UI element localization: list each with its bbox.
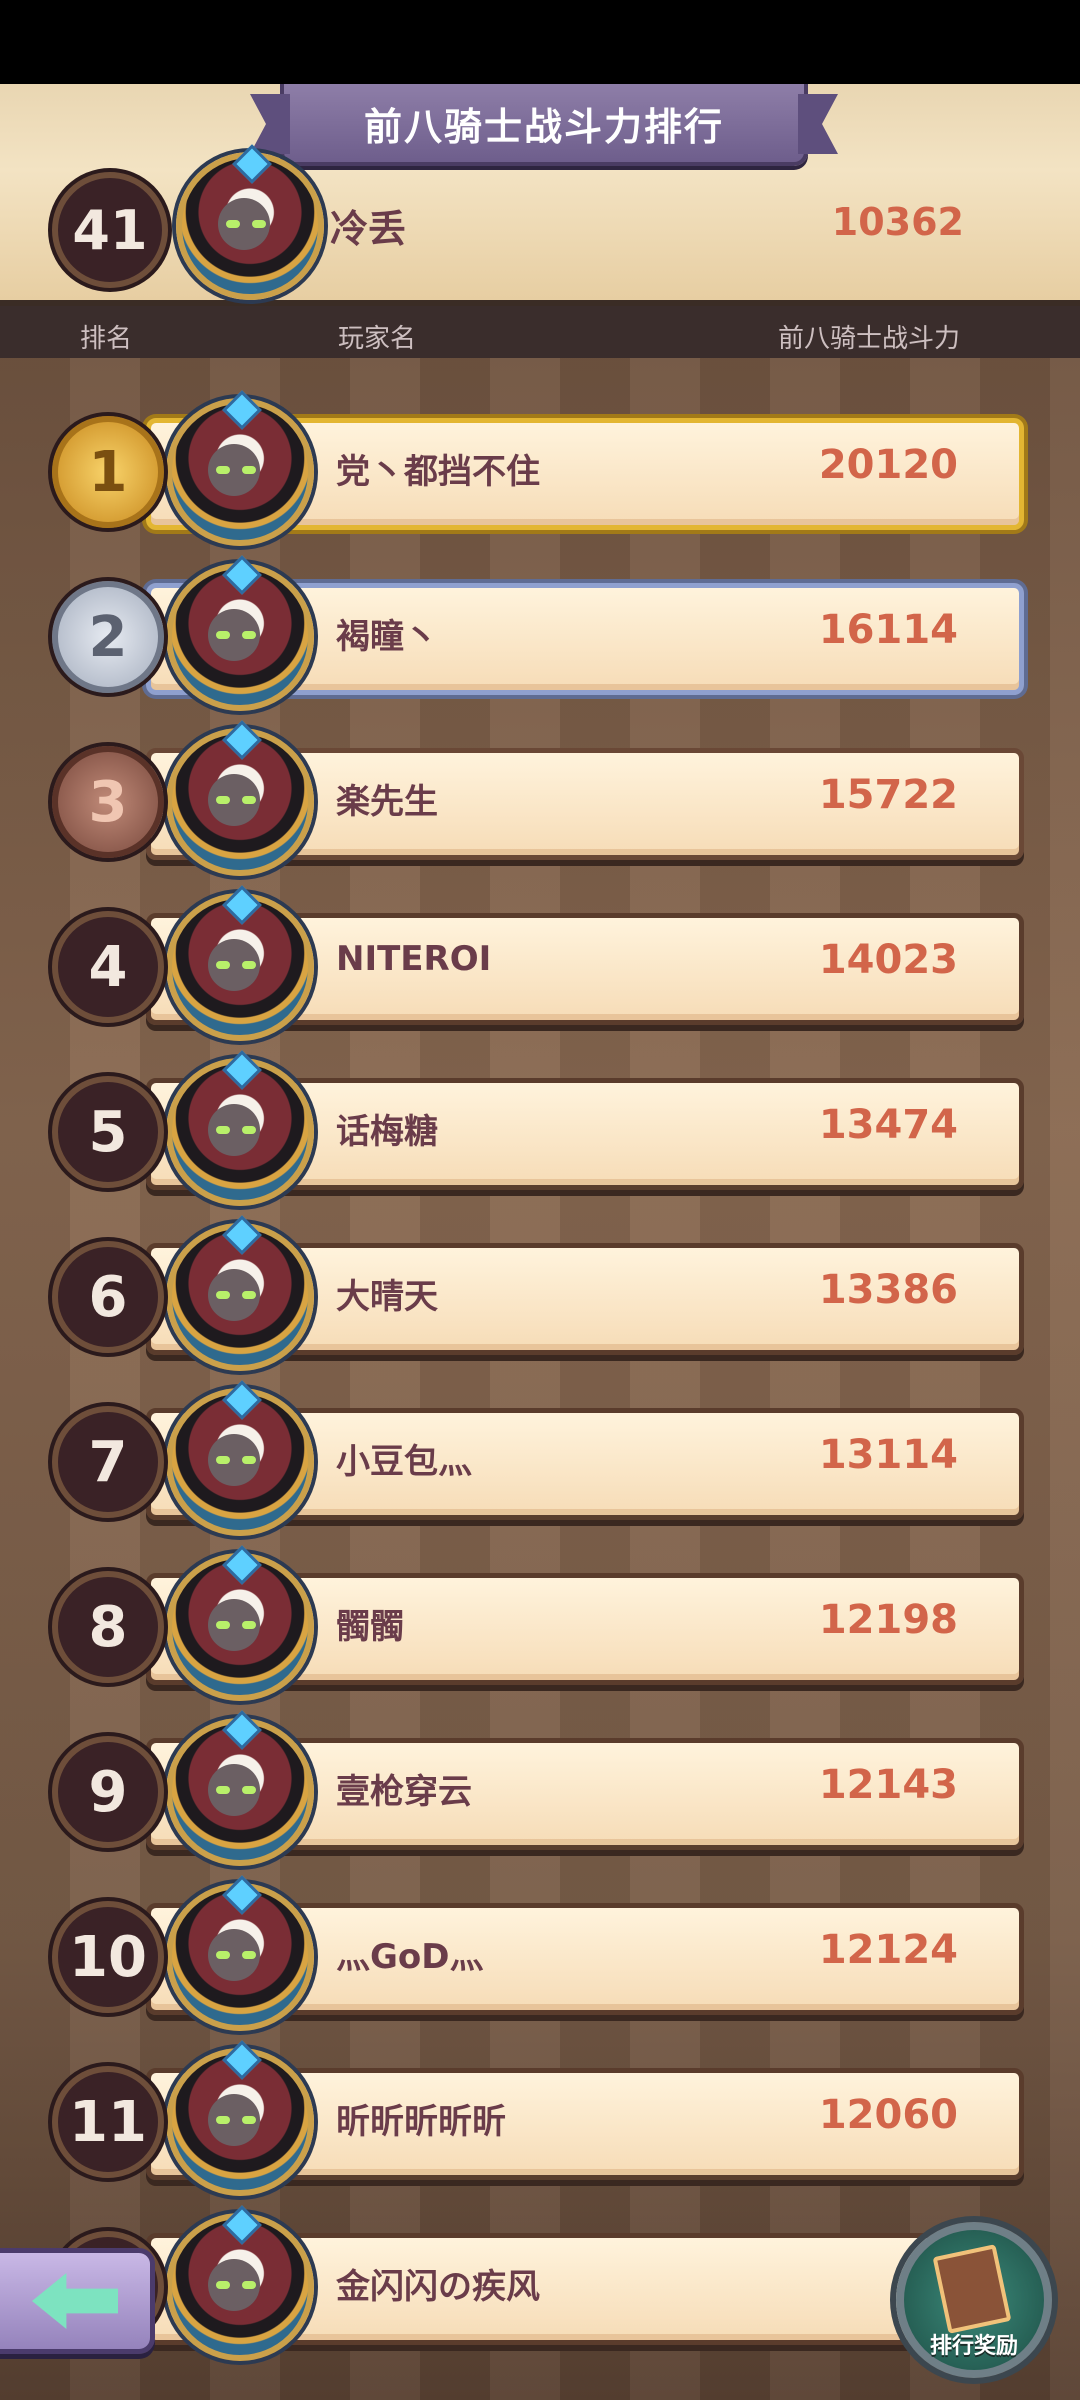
- leaderboard-row[interactable]: 4 NITEROI 14023: [52, 885, 1024, 1041]
- avatar: [166, 1545, 314, 1701]
- power-value: 13386: [818, 1267, 958, 1313]
- player-name: 昕昕昕昕昕: [336, 2102, 506, 2142]
- player-name: 楽先生: [336, 782, 438, 822]
- power-value: 16114: [818, 607, 958, 653]
- column-rank: 排名: [80, 324, 133, 354]
- rank-badge-bronze: 3: [52, 746, 164, 858]
- page-title: 前八骑士战斗力排行: [280, 84, 808, 166]
- column-power: 前八骑士战斗力: [778, 324, 961, 354]
- player-name: 话梅糖: [336, 1112, 438, 1152]
- column-header: 排名 玩家名 前八骑士战斗力: [0, 306, 1080, 358]
- power-value: 12143: [818, 1762, 958, 1808]
- rank-badge-gold: 1: [52, 416, 164, 528]
- player-name: 壹枪穿云: [336, 1772, 472, 1812]
- avatar: [166, 2205, 314, 2361]
- power-value: 12060: [818, 2092, 958, 2138]
- avatar: [166, 1710, 314, 1866]
- leaderboard-row[interactable]: 9 壹枪穿云 12143: [52, 1710, 1024, 1866]
- player-name: 大晴天: [336, 1277, 438, 1317]
- rank-reward-button[interactable]: 排行奖励: [896, 2222, 1052, 2378]
- leaderboard-row[interactable]: 6 大晴天 13386: [52, 1215, 1024, 1371]
- leaderboard-row[interactable]: 10 灬GoD灬 12124: [52, 1875, 1024, 2031]
- player-name: 党丶都挡不住: [336, 452, 540, 492]
- leaderboard-row[interactable]: 7 小豆包灬 13114: [52, 1380, 1024, 1536]
- rank-badge: 4: [52, 911, 164, 1023]
- rank-badge: 10: [52, 1901, 164, 2013]
- leaderboard-row[interactable]: 11 昕昕昕昕昕 12060: [52, 2040, 1024, 2196]
- power-value: 12124: [818, 1927, 958, 1973]
- player-name: 髑髑: [336, 1607, 404, 1647]
- avatar: [166, 390, 314, 546]
- status-bar: [0, 0, 1080, 84]
- power-value: 13114: [818, 1432, 958, 1478]
- leaderboard-row[interactable]: 5 话梅糖 13474: [52, 1050, 1024, 1206]
- leaderboard-row[interactable]: 1 党丶都挡不住 20120: [52, 390, 1024, 546]
- avatar: [166, 720, 314, 876]
- self-power-value: 10362: [831, 200, 964, 244]
- self-player-name: 冷丢: [330, 207, 407, 251]
- power-value: 20120: [818, 442, 958, 488]
- rank-badge-silver: 2: [52, 581, 164, 693]
- avatar: [166, 1380, 314, 1536]
- leaderboard-row[interactable]: 2 褐瞳丶 16114: [52, 555, 1024, 711]
- column-player: 玩家名: [338, 324, 417, 354]
- back-button[interactable]: [0, 2248, 155, 2354]
- rank-badge: 7: [52, 1406, 164, 1518]
- power-value: 14023: [818, 937, 958, 983]
- power-value: 15722: [818, 772, 958, 818]
- rank-badge: 11: [52, 2066, 164, 2178]
- avatar: [166, 1215, 314, 1371]
- leaderboard-row[interactable]: 金闪闪の疾风 1: [52, 2205, 1024, 2361]
- power-value: 12198: [818, 1597, 958, 1643]
- rank-badge: 6: [52, 1241, 164, 1353]
- self-avatar: [176, 144, 324, 300]
- rank-badge: 8: [52, 1571, 164, 1683]
- reward-label: 排行奖励: [929, 2334, 1018, 2359]
- player-name: 金闪闪の疾风: [336, 2267, 540, 2307]
- player-name: 灬GoD灬: [336, 1937, 484, 1977]
- player-name: 褐瞳丶: [336, 617, 438, 657]
- player-name: 小豆包灬: [336, 1442, 472, 1482]
- player-name: NITEROI: [336, 939, 492, 979]
- rank-badge: 5: [52, 1076, 164, 1188]
- rank-badge: 9: [52, 1736, 164, 1848]
- back-arrow-icon: [32, 2273, 118, 2329]
- avatar: [166, 1875, 314, 2031]
- self-rank-badge: 41: [52, 172, 168, 288]
- avatar: [166, 1050, 314, 1206]
- leaderboard-row[interactable]: 3 楽先生 15722: [52, 720, 1024, 876]
- avatar: [166, 555, 314, 711]
- avatar: [166, 885, 314, 1041]
- scroll-icon: [932, 2244, 1012, 2334]
- avatar: [166, 2040, 314, 2196]
- power-value: 13474: [818, 1102, 958, 1148]
- leaderboard-row[interactable]: 8 髑髑 12198: [52, 1545, 1024, 1701]
